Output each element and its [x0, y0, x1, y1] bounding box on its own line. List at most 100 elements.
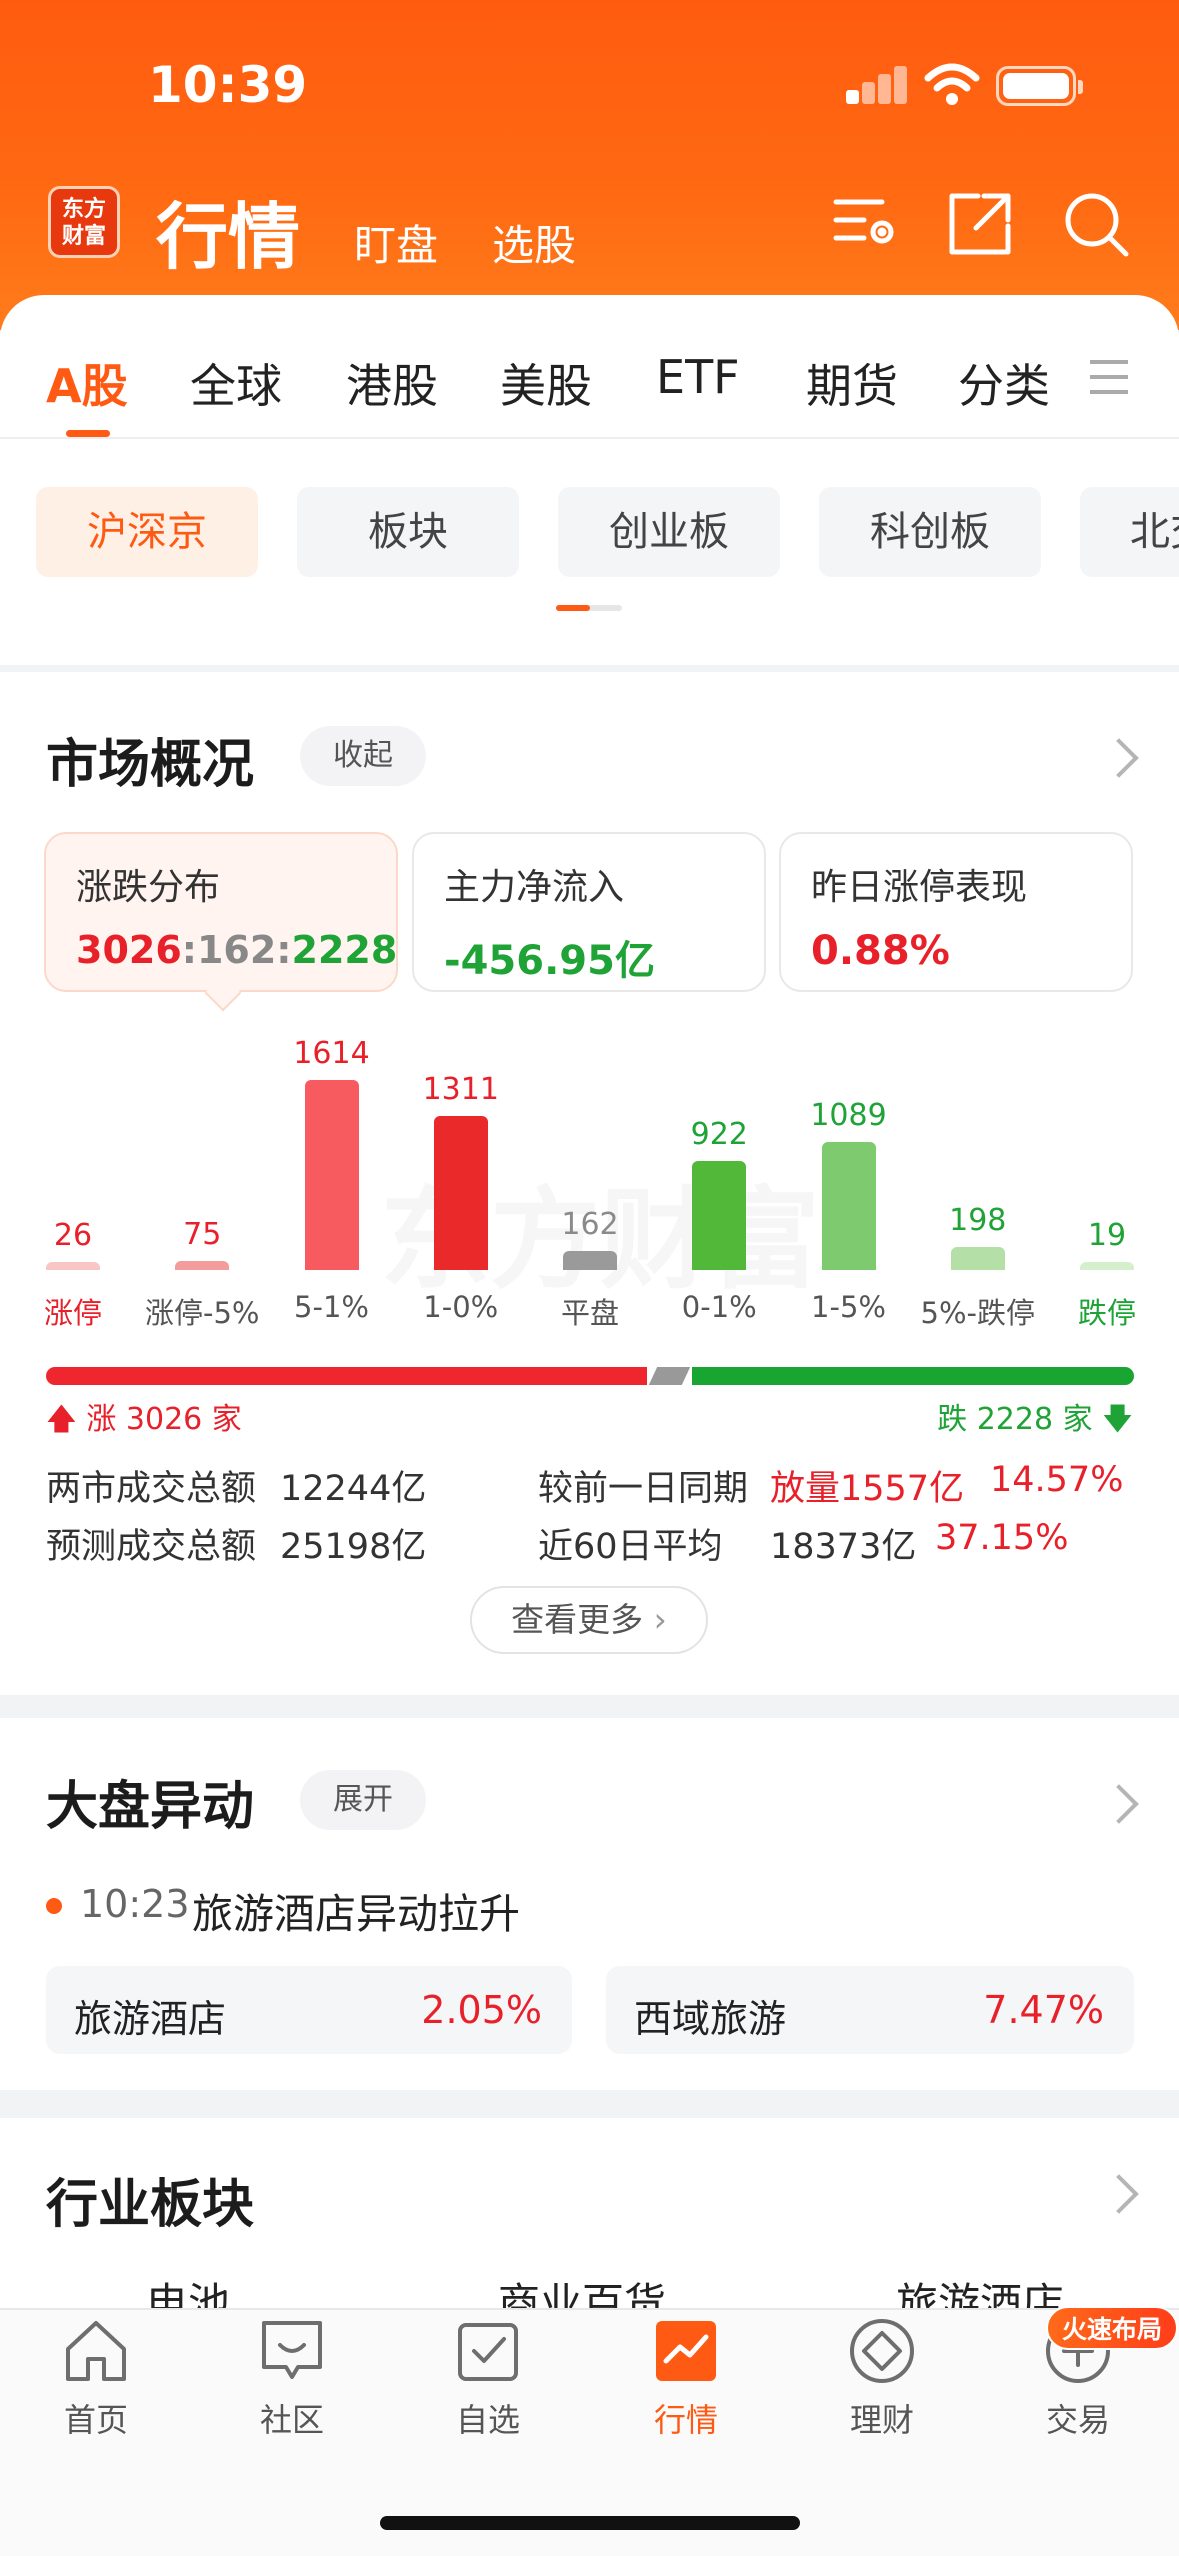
chart-category-label: 1-0% — [423, 1290, 499, 1324]
view-more-button[interactable]: 查看更多 › — [470, 1586, 708, 1654]
forecast-value: 25198亿 — [280, 1527, 427, 1567]
tab-community-label: 社区 — [259, 2401, 324, 2439]
home-indicator — [380, 2516, 800, 2530]
filter-settings-icon[interactable] — [830, 190, 898, 258]
market-movement-title: 大盘异动 — [46, 1777, 255, 1837]
up-summary-text: 涨 3026 家 — [86, 1402, 242, 1437]
chevron-right-icon: › — [653, 1600, 667, 1639]
move-item[interactable]: 西域旅游 7.47% — [606, 1966, 1134, 2054]
tab-wealth[interactable]: 理财 — [812, 2315, 952, 2441]
chip-bse[interactable]: 北交所 — [1080, 487, 1179, 577]
search-icon[interactable] — [1062, 190, 1130, 258]
limit-up-label: 昨日涨停表现 — [811, 867, 1028, 908]
avg60-label: 近60日平均 — [538, 1527, 723, 1567]
tab-stock-picker[interactable]: 选股 — [492, 212, 576, 273]
tab-futures[interactable]: 期货 — [806, 350, 898, 416]
checklist-icon — [458, 2323, 518, 2381]
battery-icon — [996, 66, 1083, 106]
chart-bar — [950, 1246, 1005, 1270]
tab-watch[interactable]: 盯盘 — [354, 212, 438, 273]
tab-a-shares[interactable]: A股 — [46, 350, 128, 416]
tab-us[interactable]: 美股 — [500, 350, 592, 416]
tab-watchlist[interactable]: 自选 — [418, 2315, 558, 2441]
avg60-value: 18373亿 — [770, 1527, 917, 1567]
chart-bar-value: 26 — [53, 1218, 93, 1253]
main-net-inflow-card[interactable]: 主力净流入 -456.95亿 — [412, 832, 766, 992]
chip-chinext[interactable]: 创业板 — [558, 487, 780, 577]
chart-bar-value: 75 — [183, 1217, 222, 1253]
net-inflow-value: -456.95亿 — [444, 938, 655, 984]
active-tab-indicator — [66, 430, 110, 437]
market-overview-title: 市场概况 — [46, 735, 255, 795]
move-item[interactable]: 旅游酒店 2.05% — [46, 1966, 572, 2054]
chart-category-label: 涨停 — [43, 1296, 102, 1330]
chart-bar — [304, 1080, 359, 1270]
chip-scroll-indicator — [556, 605, 622, 611]
chart-category-label: 平盘 — [560, 1296, 619, 1330]
tab-home[interactable]: 首页 — [26, 2315, 166, 2441]
chip-sectors[interactable]: 板块 — [297, 487, 519, 577]
chevron-right-icon[interactable] — [1099, 2174, 1139, 2214]
chart-bar-value: 1311 — [422, 1071, 499, 1107]
limit-up-value: 0.88% — [811, 928, 950, 974]
down-count: 2228 — [291, 928, 398, 972]
chart-bar — [821, 1141, 876, 1270]
share-icon[interactable] — [946, 190, 1014, 258]
compare-pct: 14.57% — [990, 1460, 1124, 1500]
tab-category[interactable]: 分类 — [958, 350, 1050, 416]
chevron-right-icon[interactable] — [1099, 1784, 1139, 1824]
chart-category-label: 0-1% — [681, 1290, 757, 1324]
tab-hk[interactable]: 港股 — [346, 350, 438, 416]
tab-wealth-label: 理财 — [849, 2401, 914, 2439]
tab-watchlist-label: 自选 — [455, 2401, 520, 2439]
tab-market[interactable]: 行情 — [616, 2315, 756, 2441]
chart-bar-value: 19 — [1087, 1218, 1127, 1253]
page-title: 行情 — [156, 195, 301, 279]
collapse-button[interactable]: 收起 — [300, 726, 426, 786]
chevron-right-icon[interactable] — [1099, 738, 1139, 778]
up-count: 3026 — [76, 928, 182, 972]
chart-bar-value: 1614 — [293, 1036, 370, 1071]
view-more-label: 查看更多 — [511, 1600, 644, 1639]
move-item-name: 西域旅游 — [634, 1997, 787, 2041]
chart-bar-value: 1089 — [810, 1097, 887, 1133]
brand-logo-text: 东方财富 — [61, 197, 106, 249]
tab-trade-label: 交易 — [1045, 2401, 1110, 2439]
chart-bar — [175, 1261, 230, 1270]
chart-category-label: 5-1% — [294, 1290, 369, 1324]
down-summary: 跌 2228 家 🡇 — [937, 1394, 1133, 1448]
up-arrow-icon: 🡅 — [46, 1402, 77, 1437]
flat-count: 162 — [196, 928, 277, 972]
tab-etf[interactable]: ETF — [656, 350, 740, 404]
tab-community[interactable]: 社区 — [222, 2315, 362, 2441]
event-text[interactable]: 旅游酒店异动拉升 — [192, 1880, 520, 1940]
trade-promo-badge[interactable]: 火速布局 — [1046, 2306, 1179, 2350]
chart-bar — [46, 1262, 100, 1270]
ratio-up-segment — [46, 1367, 647, 1385]
chip-shsz[interactable]: 沪深京 — [36, 487, 258, 577]
ratio-flat-segment — [648, 1367, 690, 1385]
app-header: 10:39 东方财富 行情 盯盘 选股 — [0, 0, 1179, 330]
rise-fall-card[interactable]: 涨跌分布 3026:162:2228 — [44, 832, 398, 1012]
limit-up-performance-card[interactable]: 昨日涨停表现 0.88% — [779, 832, 1133, 992]
tab-global[interactable]: 全球 — [190, 350, 282, 416]
industry-title: 行业板块 — [46, 2175, 255, 2235]
chart-category-label: 1-5% — [811, 1290, 886, 1324]
rise-fall-ratio-bar — [46, 1367, 1134, 1385]
chart-bar-value: 198 — [949, 1202, 1007, 1238]
net-inflow-label: 主力净流入 — [444, 867, 625, 908]
diamond-icon — [850, 2319, 914, 2383]
cellular-signal-icon — [846, 66, 908, 104]
trend-chart-icon — [656, 2321, 716, 2381]
industry-section: 行业板块 电池 商业百货 旅游酒店 — [0, 2118, 1179, 2318]
move-item-name: 旅游酒店 — [74, 1997, 227, 2041]
chip-star[interactable]: 科创板 — [819, 487, 1041, 577]
status-time: 10:39 — [148, 56, 308, 114]
tabs-divider — [0, 437, 1179, 439]
tab-menu-icon[interactable] — [1090, 360, 1128, 394]
chart-bar — [1080, 1262, 1134, 1270]
compare-label: 较前一日同期 — [538, 1469, 749, 1509]
avg60-pct: 37.15% — [935, 1518, 1069, 1558]
rise-fall-label: 涨跌分布 — [76, 867, 221, 908]
expand-button[interactable]: 展开 — [300, 1770, 426, 1830]
